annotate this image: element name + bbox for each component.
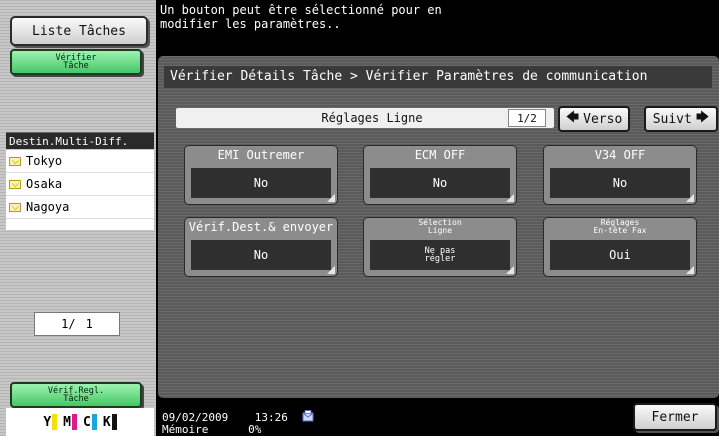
setting-emi-overseas-button[interactable]: EMI Outremer No	[184, 145, 338, 205]
setting-check-dest-send-button[interactable]: Vérif.Dest.& envoyer No	[184, 217, 338, 277]
setting-value: No	[191, 240, 331, 270]
check-settings-button[interactable]: Vérif.Regl. Tâche	[10, 382, 142, 408]
toner-magenta-label: M	[63, 415, 71, 430]
toner-yellow-bar	[52, 414, 58, 430]
page-total: 1	[85, 317, 93, 331]
section-page-indicator: 1/2	[508, 109, 546, 127]
setting-value: Ne pas régler	[370, 240, 510, 270]
setting-label: Sélection Ligne	[364, 218, 516, 236]
job-list-button[interactable]: Liste Tâches	[10, 16, 148, 46]
check-settings-label-line2: Tâche	[63, 394, 89, 404]
toner-cyan-bar	[91, 414, 97, 430]
toner-black-bar	[111, 414, 117, 430]
toner-magenta: M	[63, 414, 77, 430]
toner-yellow-label: Y	[43, 415, 52, 430]
section-title-bar: Réglages Ligne 1/2	[176, 108, 554, 128]
destinations-header: Destin.Multi-Diff.	[6, 132, 154, 149]
toner-yellow: Y	[43, 414, 58, 430]
arrow-left-icon: 🡄	[565, 110, 580, 125]
section-title: Réglages Ligne	[321, 111, 423, 125]
toner-magenta-bar	[72, 414, 77, 430]
envelope-icon	[9, 202, 21, 212]
setting-value: No	[191, 168, 331, 198]
envelope-icon	[9, 156, 21, 166]
setting-value: No	[370, 168, 510, 198]
setting-label-line2: En-tête Fax	[593, 226, 647, 235]
next-page-button[interactable]: Suivt 🡆	[644, 106, 718, 132]
envelope-icon	[9, 179, 21, 189]
corner-triangle-icon	[686, 266, 694, 274]
page-current: 1/	[61, 317, 76, 331]
corner-triangle-icon	[327, 266, 335, 274]
toner-levels: Y M C K	[6, 408, 154, 436]
setting-line-selection-button[interactable]: Sélection Ligne Ne pas régler	[363, 217, 517, 277]
corner-triangle-icon	[506, 194, 514, 202]
destination-item-tokyo[interactable]: Tokyo	[6, 150, 154, 173]
setting-label: ECM OFF	[414, 148, 466, 162]
destination-label: Nagoya	[26, 200, 70, 214]
arrow-right-icon: 🡆	[695, 110, 710, 125]
setting-label: V34 OFF	[594, 148, 646, 162]
check-job-label-line2: Tâche	[63, 61, 89, 71]
setting-v34-off-button[interactable]: V34 OFF No	[543, 145, 697, 205]
toner-black-label: K	[102, 415, 111, 430]
instruction-message: Un bouton peut être sélectionné pour en …	[160, 3, 442, 31]
toner-black: K	[103, 414, 117, 430]
setting-fax-header-button[interactable]: Réglages En-tête Fax Oui	[543, 217, 697, 277]
date-time: 09/02/2009 13:26 Mémoire 0%	[162, 412, 288, 436]
next-page-label: Suivt	[652, 111, 692, 127]
close-button[interactable]: Fermer	[633, 403, 717, 431]
destination-item-osaka[interactable]: Osaka	[6, 173, 154, 196]
destination-label: Osaka	[26, 177, 63, 191]
setting-value-line2: régler	[424, 254, 456, 264]
memory-value: 0%	[248, 423, 262, 436]
corner-triangle-icon	[686, 194, 694, 202]
memory-label: Mémoire	[162, 423, 209, 436]
check-job-button[interactable]: Vérifier Tâche	[10, 49, 142, 75]
previous-page-label: Verso	[583, 111, 623, 127]
toner-cyan: C	[83, 414, 97, 430]
fax-status-icon	[302, 410, 314, 422]
setting-label: Vérif.Dest.& envoyer	[188, 220, 334, 234]
destination-page-counter: 1/ 1	[34, 312, 120, 336]
destination-list: Tokyo Osaka Nagoya	[6, 150, 154, 230]
setting-label-line2: Ligne	[427, 226, 453, 235]
breadcrumb: Vérifier Détails Tâche > Vérifier Paramè…	[164, 66, 712, 88]
corner-triangle-icon	[327, 194, 335, 202]
destination-item-nagoya[interactable]: Nagoya	[6, 196, 154, 219]
setting-value: Oui	[550, 240, 690, 270]
previous-page-button[interactable]: 🡄 Verso	[558, 106, 630, 132]
destination-label: Tokyo	[26, 154, 63, 168]
corner-triangle-icon	[506, 266, 514, 274]
setting-ecm-off-button[interactable]: ECM OFF No	[363, 145, 517, 205]
setting-label: Réglages En-tête Fax	[544, 218, 696, 236]
setting-value: No	[550, 168, 690, 198]
setting-label: EMI Outremer	[217, 148, 305, 162]
toner-cyan-label: C	[83, 415, 91, 430]
